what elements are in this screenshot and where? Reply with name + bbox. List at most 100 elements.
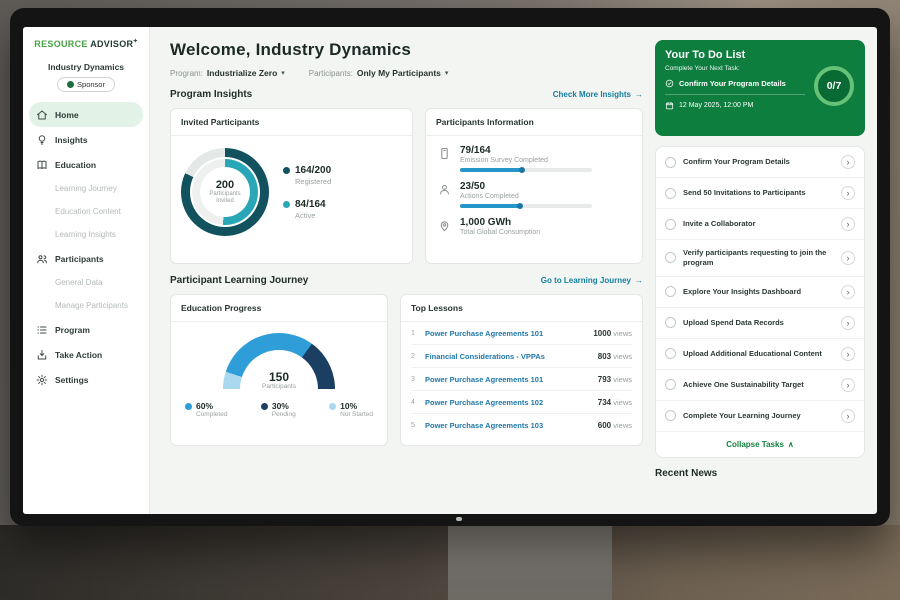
sidebar-item-general-data[interactable]: General Data: [23, 271, 149, 294]
lesson-link[interactable]: Power Purchase Agreements 101: [425, 375, 591, 384]
sidebar-item-manage-participants[interactable]: Manage Participants: [23, 294, 149, 317]
task-checkbox[interactable]: [665, 157, 676, 168]
lesson-link[interactable]: Financial Considerations - VPPAs: [425, 352, 591, 361]
participants-information-card: Participants Information 79/164 Emission…: [425, 108, 643, 264]
sidebar-item-label: Program: [55, 325, 90, 335]
task-row[interactable]: Verify participants requesting to join t…: [656, 240, 864, 277]
education-gauge-chart: 150 Participants: [223, 333, 335, 390]
sidebar-item-settings[interactable]: Settings: [29, 367, 143, 392]
main-content: Welcome, Industry Dynamics Program: Indu…: [150, 27, 655, 514]
chevron-right-icon[interactable]: ›: [841, 285, 855, 299]
chevron-right-icon[interactable]: ›: [841, 378, 855, 392]
sidebar-subitem-label: Manage Participants: [55, 301, 128, 310]
lesson-link[interactable]: Power Purchase Agreements 101: [425, 329, 586, 338]
todo-progress-ring: 0/7: [814, 66, 854, 106]
task-checkbox[interactable]: [665, 410, 676, 421]
lesson-link[interactable]: Power Purchase Agreements 103: [425, 421, 591, 430]
task-checkbox[interactable]: [665, 219, 676, 230]
program-filter-value: Industrialize Zero: [207, 68, 277, 78]
legend-completed: 60% Completed: [185, 401, 227, 418]
card-title: Invited Participants: [171, 109, 412, 136]
chevron-down-icon: ▾: [445, 69, 449, 77]
program-insights-title: Program Insights: [170, 89, 252, 100]
todo-next-task[interactable]: Confirm Your Program Details: [665, 79, 805, 95]
actions-progress-bar: [460, 204, 592, 208]
recent-news-title: Recent News: [655, 468, 865, 479]
program-filter[interactable]: Program: Industrialize Zero ▾: [170, 68, 285, 78]
program-filter-label: Program:: [170, 69, 203, 78]
check-circle-icon: [665, 79, 674, 88]
sidebar-item-participants[interactable]: Participants: [29, 246, 143, 271]
chevron-right-icon[interactable]: ›: [841, 347, 855, 361]
todo-panel: Your To Do List Complete Your Next Task:…: [655, 27, 877, 514]
pending-dot-icon: [261, 403, 268, 410]
chevron-right-icon[interactable]: ›: [841, 409, 855, 423]
sidebar-item-learning-insights[interactable]: Learning Insights: [23, 223, 149, 246]
gauge-center-label: Participants: [223, 383, 335, 390]
home-icon: [36, 109, 48, 121]
legend-not-started: 10% Not Started: [329, 401, 373, 418]
sidebar-item-learning-journey[interactable]: Learning Journey: [23, 177, 149, 200]
lesson-link[interactable]: Power Purchase Agreements 102: [425, 398, 591, 407]
lesson-row[interactable]: 3 Power Purchase Agreements 101 793 view…: [411, 368, 632, 391]
chevron-down-icon: ▾: [281, 69, 285, 77]
sponsor-badge-label: Sponsor: [77, 80, 105, 89]
task-row[interactable]: Achieve One Sustainability Target ›: [656, 370, 864, 401]
book-icon: [36, 159, 48, 171]
lesson-row[interactable]: 1 Power Purchase Agreements 101 1000 vie…: [411, 322, 632, 345]
task-row[interactable]: Upload Additional Educational Content ›: [656, 339, 864, 370]
chevron-right-icon[interactable]: ›: [841, 316, 855, 330]
sidebar-item-education-content[interactable]: Education Content: [23, 200, 149, 223]
person-icon: [438, 183, 451, 196]
task-checkbox[interactable]: [665, 188, 676, 199]
page-title: Welcome, Industry Dynamics: [170, 40, 643, 60]
power-led: [456, 517, 462, 521]
task-checkbox[interactable]: [665, 379, 676, 390]
participants-filter-label: Participants:: [309, 69, 353, 78]
task-checkbox[interactable]: [665, 348, 676, 359]
sidebar-item-education[interactable]: Education: [29, 152, 143, 177]
collapse-tasks-link[interactable]: Collapse Tasks ∧: [656, 432, 864, 457]
chevron-right-icon[interactable]: ›: [841, 217, 855, 231]
completed-dot-icon: [185, 403, 192, 410]
top-lessons-card: Top Lessons 1 Power Purchase Agreements …: [400, 294, 643, 446]
stat-actions-completed: 23/50 Actions Completed: [438, 181, 630, 208]
sidebar-item-program[interactable]: Program: [29, 317, 143, 342]
sidebar-item-take-action[interactable]: Take Action: [29, 342, 143, 367]
registered-dot-icon: [283, 167, 290, 174]
task-row[interactable]: Confirm Your Program Details ›: [656, 147, 864, 178]
lesson-row[interactable]: 4 Power Purchase Agreements 102 734 view…: [411, 391, 632, 414]
lesson-row[interactable]: 2 Financial Considerations - VPPAs 803 v…: [411, 345, 632, 368]
task-row[interactable]: Complete Your Learning Journey ›: [656, 401, 864, 432]
invited-donut-chart: 200 Participants Invited: [181, 148, 269, 236]
task-checkbox[interactable]: [665, 286, 676, 297]
chevron-right-icon[interactable]: ›: [841, 155, 855, 169]
task-checkbox[interactable]: [665, 317, 676, 328]
task-row[interactable]: Send 50 Invitations to Participants ›: [656, 178, 864, 209]
active-dot-icon: [283, 201, 290, 208]
participants-filter[interactable]: Participants: Only My Participants ▾: [309, 68, 449, 78]
chevron-right-icon[interactable]: ›: [841, 186, 855, 200]
donut-center-label: Participants Invited: [205, 191, 245, 206]
task-row[interactable]: Upload Spend Data Records ›: [656, 308, 864, 339]
sidebar-subitem-label: Learning Insights: [55, 230, 116, 239]
lesson-row[interactable]: 5 Power Purchase Agreements 103 600 view…: [411, 414, 632, 437]
go-to-learning-journey-link[interactable]: Go to Learning Journey →: [541, 276, 643, 285]
calendar-icon: [665, 101, 674, 110]
sidebar-item-home[interactable]: Home: [29, 102, 143, 127]
sidebar: RESOURCE ADVISOR+ Industry Dynamics Spon…: [23, 27, 150, 514]
sponsor-badge[interactable]: Sponsor: [57, 77, 115, 92]
task-checkbox[interactable]: [665, 252, 676, 263]
check-more-insights-link[interactable]: Check More Insights →: [553, 90, 643, 99]
sidebar-subitem-label: Learning Journey: [55, 184, 117, 193]
legend-pending: 30% Pending: [261, 401, 296, 418]
chevron-right-icon[interactable]: ›: [841, 251, 855, 265]
sponsor-icon: [67, 81, 74, 88]
task-row[interactable]: Explore Your Insights Dashboard ›: [656, 277, 864, 308]
sidebar-item-insights[interactable]: Insights: [29, 127, 143, 152]
sidebar-item-label: Home: [55, 110, 79, 120]
not-started-dot-icon: [329, 403, 336, 410]
participants-filter-value: Only My Participants: [357, 68, 441, 78]
list-icon: [36, 324, 48, 336]
task-row[interactable]: Invite a Collaborator ›: [656, 209, 864, 240]
